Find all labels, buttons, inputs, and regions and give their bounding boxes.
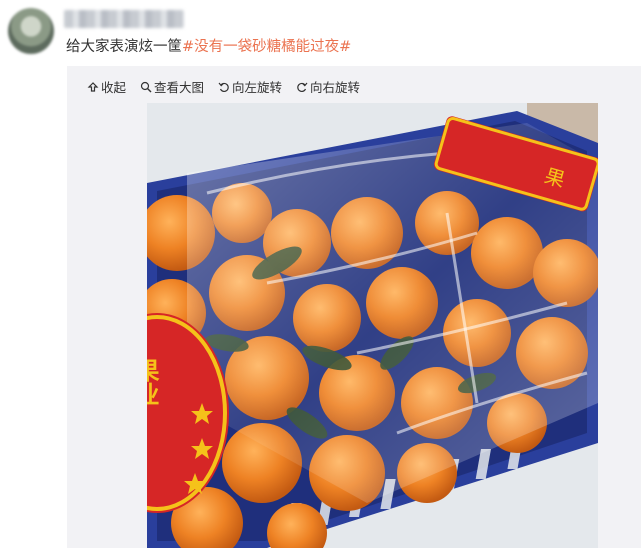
post-text-body: 给大家表演炫一筐 (66, 39, 182, 55)
media-toolbar: 收起 查看大图 向左旋转 向右旋转 (87, 77, 360, 96)
post-photo[interactable]: 果 果业 (147, 103, 598, 548)
view-large-label: 查看大图 (154, 80, 205, 95)
post-text: 给大家表演炫一筐#没有一袋砂糖橘能过夜# (66, 38, 351, 56)
avatar[interactable] (8, 8, 54, 54)
rotate-right-label: 向右旋转 (310, 80, 361, 95)
collapse-button[interactable]: 收起 (87, 77, 126, 96)
username[interactable] (64, 10, 184, 28)
view-large-button[interactable]: 查看大图 (140, 77, 204, 96)
rotate-left-icon (218, 81, 230, 93)
magnifier-icon (140, 81, 152, 93)
label-left-text: 果业 (147, 358, 159, 406)
rotate-right-button[interactable]: 向右旋转 (296, 77, 360, 96)
collapse-label: 收起 (101, 80, 127, 95)
hashtag-link[interactable]: #没有一袋砂糖橘能过夜# (182, 39, 351, 55)
rotate-left-button[interactable]: 向左旋转 (218, 77, 282, 96)
rotate-left-label: 向左旋转 (232, 80, 283, 95)
rotate-right-icon (296, 81, 308, 93)
media-card: 收起 查看大图 向左旋转 向右旋转 果 果业 (67, 66, 641, 548)
collapse-icon (87, 81, 99, 93)
oranges-crate-image: 果 果业 (147, 103, 598, 548)
